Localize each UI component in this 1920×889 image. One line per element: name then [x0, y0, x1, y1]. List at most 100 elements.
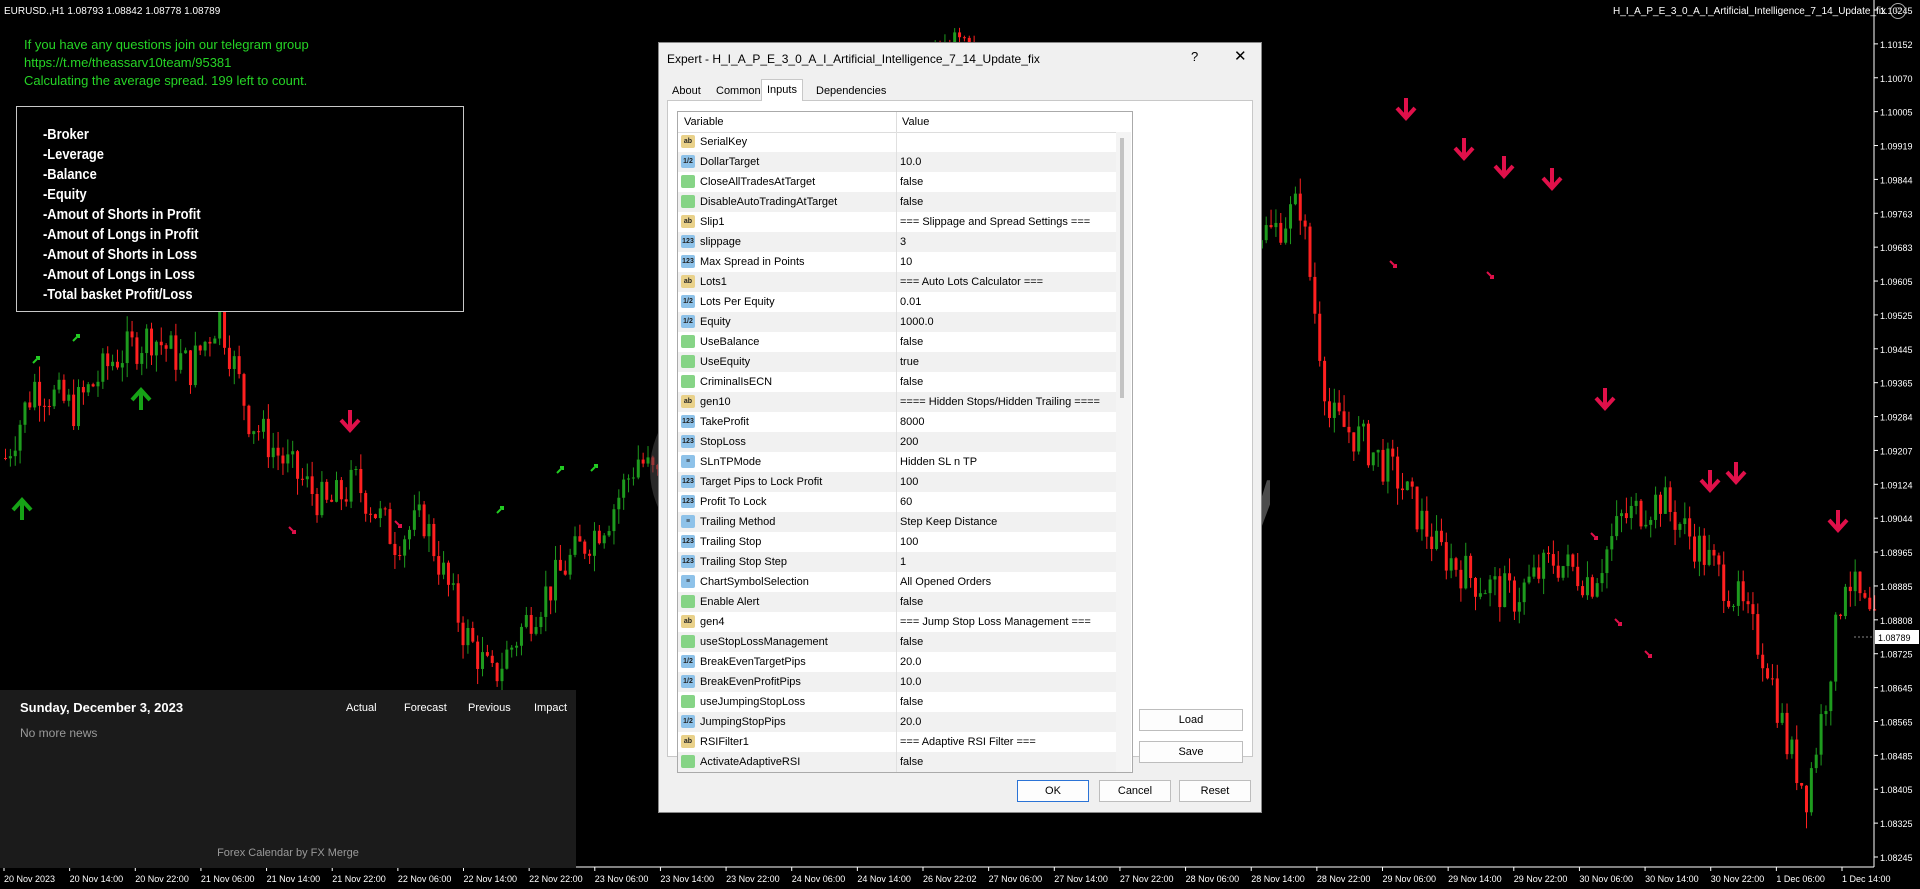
- param-row[interactable]: ≡ Trailing Method Step Keep Distance: [678, 512, 1116, 532]
- param-value[interactable]: 1000.0: [900, 316, 934, 328]
- param-value[interactable]: 8000: [900, 416, 924, 428]
- param-value[interactable]: 100: [900, 536, 918, 548]
- tab-common[interactable]: Common: [711, 82, 766, 100]
- param-value[interactable]: 60: [900, 496, 912, 508]
- tab-dependencies[interactable]: Dependencies: [811, 82, 891, 100]
- candle-body: [1532, 567, 1536, 577]
- param-value[interactable]: 10.0: [900, 676, 921, 688]
- param-row[interactable]: 1/2 Equity 1000.0: [678, 312, 1116, 332]
- bool-type-icon: [681, 335, 695, 348]
- param-row[interactable]: CriminalIsECN false: [678, 372, 1116, 392]
- param-row[interactable]: ab RSIFilter1 === Adaptive RSI Filter ===: [678, 732, 1116, 752]
- param-row[interactable]: 123 Max Spread in Points 10: [678, 252, 1116, 272]
- param-row[interactable]: 1/2 BreakEvenTargetPips 20.0: [678, 652, 1116, 672]
- param-row[interactable]: 123 Trailing Stop 100: [678, 532, 1116, 552]
- tab-inputs[interactable]: Inputs: [761, 79, 803, 101]
- candle-body: [1620, 513, 1624, 517]
- param-value[interactable]: false: [900, 596, 923, 608]
- param-value[interactable]: false: [900, 696, 923, 708]
- param-value[interactable]: false: [900, 176, 923, 188]
- help-icon[interactable]: ?: [1191, 49, 1198, 64]
- param-row[interactable]: ActivateAdaptiveRSI false: [678, 752, 1116, 772]
- param-row[interactable]: 1/2 JumpingStopPips 20.0: [678, 712, 1116, 732]
- reset-button[interactable]: Reset: [1179, 780, 1251, 802]
- param-row[interactable]: ab SerialKey: [678, 132, 1116, 152]
- param-value[interactable]: 20.0: [900, 656, 921, 668]
- sell-signal-arrow-icon: [1725, 462, 1747, 485]
- param-value[interactable]: false: [900, 196, 923, 208]
- param-value[interactable]: false: [900, 336, 923, 348]
- param-row[interactable]: Enable Alert false: [678, 592, 1116, 612]
- param-row[interactable]: 123 Trailing Stop Step 1: [678, 552, 1116, 572]
- candle-body: [1756, 614, 1760, 655]
- ok-button[interactable]: OK: [1017, 780, 1089, 802]
- expert-name: H_I_A_P_E_3_0_A_I_Artificial_Intelligenc…: [1613, 6, 1886, 17]
- param-value[interactable]: false: [900, 376, 923, 388]
- param-value[interactable]: Hidden SL n TP: [900, 456, 977, 468]
- param-value[interactable]: === Adaptive RSI Filter ===: [900, 736, 1036, 748]
- candle-body: [1746, 601, 1750, 605]
- param-row[interactable]: UseEquity true: [678, 352, 1116, 372]
- param-row[interactable]: 1/2 Lots Per Equity 0.01: [678, 292, 1116, 312]
- param-row[interactable]: ≡ ChartSymbolSelection All Opened Orders: [678, 572, 1116, 592]
- candle-body: [1766, 668, 1770, 679]
- header-value[interactable]: Value: [902, 116, 929, 128]
- news-col-actual: Actual: [346, 702, 377, 714]
- param-value[interactable]: Step Keep Distance: [900, 516, 997, 528]
- candle-body: [461, 622, 465, 646]
- param-value[interactable]: 100: [900, 476, 918, 488]
- param-value[interactable]: === Auto Lots Calculator ===: [900, 276, 1043, 288]
- param-row[interactable]: ≡ SLnTPMode Hidden SL n TP: [678, 452, 1116, 472]
- param-row[interactable]: 123 Target Pips to Lock Profit 100: [678, 472, 1116, 492]
- save-button[interactable]: Save: [1139, 741, 1243, 763]
- param-row[interactable]: 1/2 DollarTarget 10.0: [678, 152, 1116, 172]
- param-row[interactable]: useJumpingStopLoss false: [678, 692, 1116, 712]
- param-row[interactable]: ab gen10 ==== Hidden Stops/Hidden Trailing…: [678, 392, 1116, 412]
- param-row[interactable]: useStopLossManagement false: [678, 632, 1116, 652]
- param-value[interactable]: 200: [900, 436, 918, 448]
- candle-body: [1527, 576, 1531, 583]
- param-value[interactable]: 10.0: [900, 156, 921, 168]
- header-variable[interactable]: Variable: [684, 116, 724, 128]
- param-row[interactable]: 123 TakeProfit 8000: [678, 412, 1116, 432]
- close-icon[interactable]: ✕: [1234, 47, 1247, 65]
- param-value[interactable]: true: [900, 356, 919, 368]
- candle-body: [125, 331, 129, 364]
- param-value[interactable]: 10: [900, 256, 912, 268]
- param-row[interactable]: 1/2 BreakEvenProfitPips 10.0: [678, 672, 1116, 692]
- candle-body: [1274, 222, 1278, 228]
- candle-body: [242, 374, 246, 406]
- scroll-thumb[interactable]: [1120, 138, 1124, 398]
- expert-properties-dialog[interactable]: Expert - H_I_A_P_E_3_0_A_I_Artificial_In…: [658, 42, 1262, 813]
- tab-about[interactable]: About: [667, 82, 706, 100]
- candle-body: [1449, 558, 1453, 571]
- expert-smiley-icon[interactable]: ☺: [1890, 3, 1906, 19]
- param-row[interactable]: ab Lots1 === Auto Lots Calculator ===: [678, 272, 1116, 292]
- param-value[interactable]: 20.0: [900, 716, 921, 728]
- param-value[interactable]: ==== Hidden Stops/Hidden Trailing ====: [900, 396, 1100, 408]
- param-row[interactable]: DisableAutoTradingAtTarget false: [678, 192, 1116, 212]
- param-row[interactable]: 123 slippage 3: [678, 232, 1116, 252]
- param-value[interactable]: false: [900, 636, 923, 648]
- param-value[interactable]: All Opened Orders: [900, 576, 991, 588]
- param-row[interactable]: ab Slip1 === Slippage and Spread Settings …: [678, 212, 1116, 232]
- grid-scrollbar[interactable]: [1116, 132, 1131, 772]
- param-value[interactable]: false: [900, 756, 923, 768]
- price-tick-label: 1.09124: [1880, 480, 1913, 490]
- candle-body: [1337, 402, 1341, 412]
- candle-body: [393, 543, 397, 556]
- param-row[interactable]: CloseAllTradesAtTarget false: [678, 172, 1116, 192]
- param-row[interactable]: 123 StopLoss 200: [678, 432, 1116, 452]
- param-value[interactable]: 3: [900, 236, 906, 248]
- candle-body: [398, 555, 402, 557]
- param-row[interactable]: ab gen4 === Jump Stop Loss Management ===: [678, 612, 1116, 632]
- param-row[interactable]: UseBalance false: [678, 332, 1116, 352]
- param-value[interactable]: 1: [900, 556, 906, 568]
- telegram-link[interactable]: https://t.me/theassarv10team/95381: [24, 54, 309, 72]
- param-value[interactable]: === Slippage and Spread Settings ===: [900, 216, 1090, 228]
- param-value[interactable]: === Jump Stop Loss Management ===: [900, 616, 1091, 628]
- load-button[interactable]: Load: [1139, 709, 1243, 731]
- param-value[interactable]: 0.01: [900, 296, 921, 308]
- cancel-button[interactable]: Cancel: [1099, 780, 1171, 802]
- param-row[interactable]: 123 Profit To Lock 60: [678, 492, 1116, 512]
